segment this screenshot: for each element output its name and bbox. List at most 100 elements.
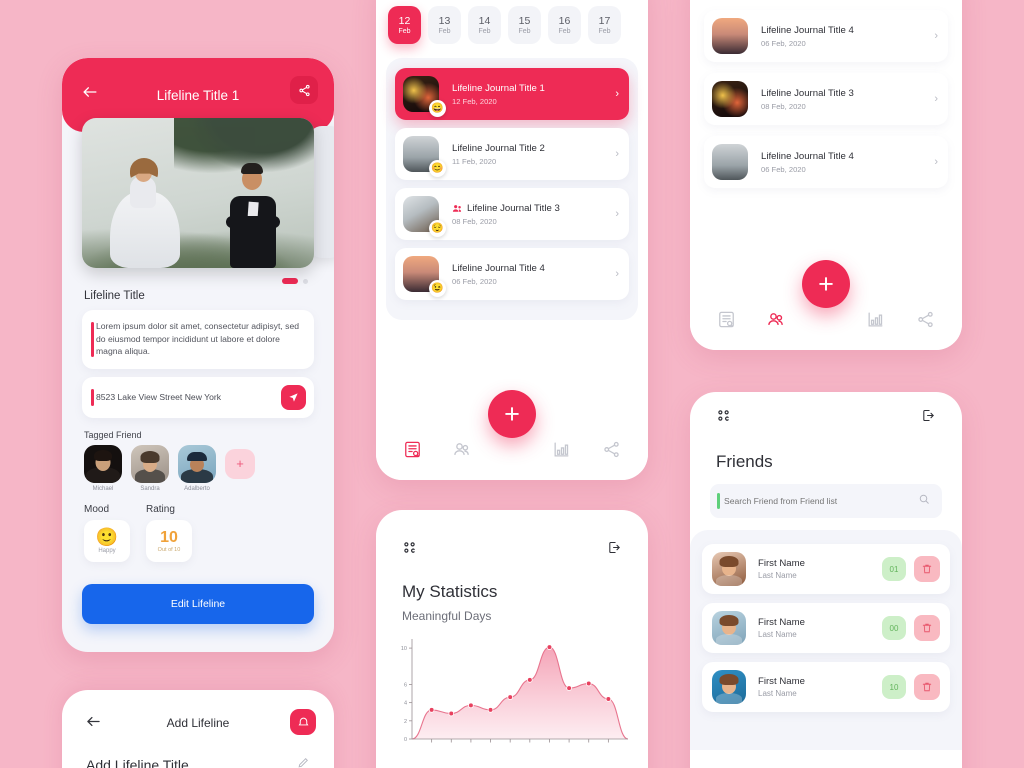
chevron-right-icon[interactable]: › bbox=[615, 88, 619, 100]
journal-list-screen-secondary: Lifeline Journal Title 4 06 Feb, 2020 › Lif… bbox=[690, 0, 962, 350]
share-icon[interactable] bbox=[290, 76, 318, 104]
friend-row[interactable]: First Name Last Name 10 bbox=[702, 662, 950, 712]
photo-carousel[interactable] bbox=[62, 118, 334, 270]
friend-row[interactable]: First Name Last Name 00 bbox=[702, 603, 950, 653]
trash-icon[interactable] bbox=[914, 556, 940, 582]
chevron-right-icon[interactable]: › bbox=[615, 268, 619, 280]
friend-count-badge: 00 bbox=[882, 616, 906, 640]
journal-card[interactable]: 😉 Lifeline Journal Title 4 06 Feb, 2020 › bbox=[395, 248, 629, 300]
accent-bar bbox=[91, 388, 94, 406]
date-chip[interactable]: 16 Feb bbox=[548, 6, 581, 44]
friend-meta: First Name Last Name bbox=[758, 676, 882, 698]
date-chip[interactable]: 12 Feb bbox=[388, 6, 421, 44]
pencil-icon[interactable] bbox=[297, 756, 310, 768]
grid-menu-icon[interactable] bbox=[716, 408, 731, 428]
tagged-friend-label: Tagged Friend bbox=[84, 429, 142, 440]
chevron-right-icon[interactable]: › bbox=[934, 156, 938, 168]
chevron-right-icon[interactable]: › bbox=[615, 148, 619, 160]
chart-data-point bbox=[468, 702, 474, 709]
nav-item-journal[interactable] bbox=[712, 310, 742, 329]
add-journal-fab[interactable]: + bbox=[488, 390, 536, 438]
plus-icon[interactable]: + bbox=[225, 448, 255, 479]
journal-card[interactable]: 😊 Lifeline Journal Title 2 11 Feb, 2020 › bbox=[395, 128, 629, 180]
carousel-dot-active[interactable] bbox=[282, 278, 298, 284]
location-pin-icon[interactable] bbox=[281, 384, 306, 410]
journal-card[interactable]: 😄 Lifeline Journal Title 1 12 Feb, 2020 › bbox=[395, 68, 629, 120]
chevron-right-icon[interactable]: › bbox=[615, 208, 619, 220]
add-title-field[interactable]: Add Lifeline Title bbox=[62, 756, 334, 768]
date-chip[interactable]: 13 Feb bbox=[428, 6, 461, 44]
mood-rating-section: Mood 🙂 Happy Rating 10 Out of 10 bbox=[62, 504, 334, 562]
date-chip[interactable]: 17 Feb bbox=[588, 6, 621, 44]
journal-date: 12 Feb, 2020 bbox=[452, 96, 497, 106]
search-icon[interactable] bbox=[918, 492, 930, 510]
logout-icon[interactable] bbox=[921, 408, 936, 428]
tagged-friend-item[interactable]: Sandra bbox=[131, 444, 169, 492]
journal-date: 06 Feb, 2020 bbox=[761, 164, 806, 174]
hero-photo[interactable] bbox=[82, 118, 314, 268]
friend-count-badge: 01 bbox=[882, 557, 906, 581]
chart-y-tick-label: 2 bbox=[404, 719, 407, 725]
nav-item-journal[interactable] bbox=[398, 440, 428, 459]
journal-card[interactable]: 😌 Lifeline Journal Title 3 08 Feb, 2020 › bbox=[395, 188, 629, 240]
journal-card[interactable]: Lifeline Journal Title 4 06 Feb, 2020 › bbox=[704, 10, 948, 62]
mood-label: Mood bbox=[84, 503, 110, 515]
rating-card[interactable]: 10 Out of 10 bbox=[146, 519, 192, 562]
address-text: 8523 Lake View Street New York bbox=[96, 392, 222, 402]
chart-data-point bbox=[507, 694, 513, 700]
search-friend-box[interactable] bbox=[710, 484, 942, 518]
tagged-friend-name: Michael bbox=[92, 485, 114, 492]
statistics-screen: My Statistics Meaningful Days 0 2 4 6 10 bbox=[376, 510, 648, 768]
trash-icon[interactable] bbox=[914, 674, 940, 700]
add-journal-fab[interactable]: + bbox=[802, 260, 850, 308]
stats-subtitle: Meaningful Days bbox=[402, 609, 492, 623]
bell-icon[interactable] bbox=[290, 709, 316, 735]
journal-date: 08 Feb, 2020 bbox=[452, 216, 497, 226]
date-selector[interactable]: 12 Feb 13 Feb 14 Feb 15 Feb 16 Feb 17 Feb bbox=[376, 0, 648, 44]
date-chip[interactable]: 15 Feb bbox=[508, 6, 541, 44]
date-chip[interactable]: 14 Feb bbox=[468, 6, 501, 44]
mood-card[interactable]: 🙂 Happy bbox=[84, 519, 130, 562]
logout-icon[interactable] bbox=[607, 540, 622, 560]
grid-menu-icon[interactable] bbox=[402, 540, 417, 560]
journal-card[interactable]: Lifeline Journal Title 3 08 Feb, 2020 › bbox=[704, 73, 948, 125]
date-month: Feb bbox=[558, 28, 571, 35]
address-card[interactable]: 8523 Lake View Street New York bbox=[82, 376, 314, 418]
chevron-right-icon[interactable]: › bbox=[934, 30, 938, 42]
friends-topbar bbox=[690, 392, 962, 428]
description-text: Lorem ipsum dolor sit amet, consectetur … bbox=[96, 321, 299, 356]
nav-item-share[interactable] bbox=[596, 440, 626, 459]
nav-item-friends[interactable] bbox=[761, 309, 791, 329]
date-day: 16 bbox=[558, 15, 571, 27]
back-arrow-icon[interactable] bbox=[80, 82, 100, 102]
chart-data-point bbox=[428, 707, 435, 713]
add-lifeline-screen: Add Lifeline Add Lifeline Title bbox=[62, 690, 334, 768]
nav-item-friends[interactable] bbox=[447, 439, 477, 459]
date-month: Feb bbox=[518, 28, 531, 35]
edit-lifeline-button[interactable]: Edit Lifeline bbox=[82, 583, 314, 624]
date-month: Feb bbox=[438, 28, 451, 35]
friend-row[interactable]: First Name Last Name 01 bbox=[702, 544, 950, 594]
thumbnail-image bbox=[712, 18, 748, 54]
chart-y-tick-label: 0 bbox=[404, 737, 407, 743]
chart-data-point bbox=[487, 707, 494, 713]
friend-meta: First Name Last Name bbox=[758, 617, 882, 639]
journal-card[interactable]: Lifeline Journal Title 4 06 Feb, 2020 › bbox=[704, 136, 948, 188]
chevron-right-icon[interactable]: › bbox=[934, 93, 938, 105]
carousel-dot[interactable] bbox=[303, 278, 308, 284]
date-day: 13 bbox=[438, 15, 451, 27]
trash-icon[interactable] bbox=[914, 615, 940, 641]
search-input[interactable] bbox=[724, 496, 918, 506]
nav-item-chart[interactable] bbox=[861, 310, 891, 329]
back-arrow-icon[interactable] bbox=[84, 712, 104, 732]
tagged-friend-item[interactable]: Adalberto bbox=[178, 444, 216, 492]
nav-item-share[interactable] bbox=[910, 310, 940, 329]
chart-data-point bbox=[448, 710, 455, 717]
carousel-dots[interactable] bbox=[62, 270, 334, 284]
tagged-friend-item[interactable]: Michael bbox=[84, 444, 122, 492]
nav-item-chart[interactable] bbox=[547, 440, 577, 459]
chart-y-tick-label: 4 bbox=[404, 701, 407, 707]
tagged-friend-name: Adalberto bbox=[184, 485, 210, 492]
journal-meta: Lifeline Journal Title 4 06 Feb, 2020 bbox=[761, 151, 934, 174]
chart-y-tick-label: 6 bbox=[404, 682, 407, 688]
